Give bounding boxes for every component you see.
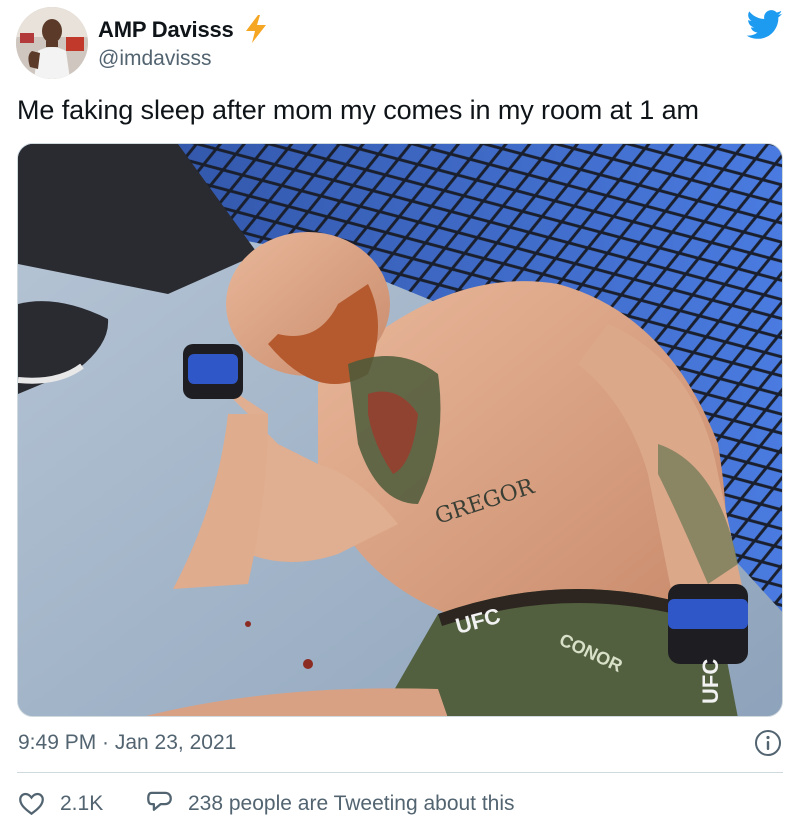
divider [17,772,783,773]
info-icon[interactable] [754,729,782,757]
heart-icon[interactable] [18,790,45,816]
svg-text:UFC: UFC [698,659,723,704]
twitter-bird-icon[interactable] [747,10,783,40]
tweet-timestamp[interactable]: 9:49 PM · Jan 23, 2021 [18,731,236,755]
tweeting-about-link[interactable]: 238 people are Tweeting about this [188,792,515,816]
tweet-photo[interactable]: GREGOR UFC CONOR UFC [17,143,783,717]
speech-bubble-icon[interactable] [146,790,173,816]
tweet-text: Me faking sleep after mom my comes in my… [17,95,699,125]
author-handle[interactable]: @imdavisss [98,47,212,71]
tweet-card: AMP Davisss @imdavisss Me faking sleep a… [0,0,800,827]
author-display-name[interactable]: AMP Davisss [98,17,234,43]
avatar[interactable] [16,7,88,79]
like-count[interactable]: 2.1K [60,792,103,816]
lightning-bolt-icon [246,15,266,43]
